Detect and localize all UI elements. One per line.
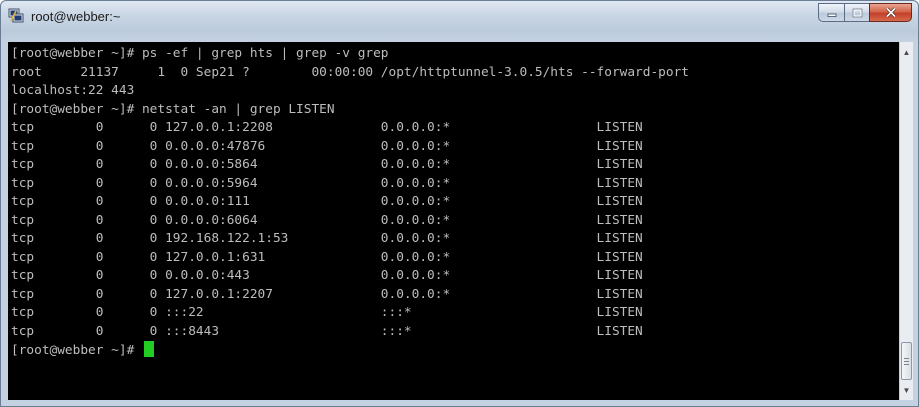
- terminal-line: tcp 0 0 192.168.122.1:53 0.0.0.0:* LISTE…: [11, 231, 643, 246]
- terminal-line: root 21137 1 0 Sep21 ? 00:00:00 /opt/htt…: [11, 64, 689, 80]
- terminal-line: tcp 0 0 127.0.0.1:631 0.0.0.0:* LISTEN: [11, 249, 643, 265]
- scroll-down-icon: ▼: [902, 385, 911, 395]
- terminal-line: tcp 0 0 0.0.0.0:47876 0.0.0.0:* LISTEN: [11, 138, 643, 154]
- maximize-button[interactable]: [844, 3, 869, 22]
- terminal-window: root@webber:~ [root@webber ~]# ps -ef | …: [0, 0, 919, 407]
- scroll-down-button[interactable]: ▼: [900, 382, 913, 398]
- title-bar[interactable]: root@webber:~: [1, 1, 918, 31]
- close-icon: [885, 7, 896, 18]
- terminal-line: localhost:22 443: [11, 83, 135, 98]
- terminal-line: tcp 0 0 0.0.0.0:6064 0.0.0.0:* LISTEN: [11, 212, 643, 228]
- putty-icon: [8, 8, 24, 23]
- minimize-icon: [827, 13, 836, 17]
- terminal-line: tcp 0 0 0.0.0.0:111 0.0.0.0:* LISTEN: [11, 194, 643, 209]
- maximize-icon: [852, 8, 862, 17]
- terminal-line: tcp 0 0 127.0.0.1:2208 0.0.0.0:* LISTEN: [11, 120, 643, 135]
- terminal-prompt: [root@webber ~]#: [11, 343, 142, 358]
- thumb-grip: [904, 364, 909, 365]
- terminal-line: tcp 0 0 0.0.0.0:443 0.0.0.0:* LISTEN: [11, 268, 643, 283]
- thumb-grip: [904, 361, 909, 362]
- terminal-line: tcp 0 0 :::22 :::* LISTEN: [11, 305, 643, 320]
- scroll-up-button[interactable]: ▲: [900, 44, 913, 60]
- vertical-scrollbar[interactable]: ▲ ▼: [899, 42, 913, 400]
- thumb-grip: [904, 358, 909, 359]
- terminal-line: [root@webber ~]# netstat -an | grep LIST…: [11, 101, 335, 117]
- terminal-line: tcp 0 0 :::8443 :::* LISTEN: [11, 323, 643, 339]
- terminal-cursor: [143, 341, 154, 357]
- terminal-line: tcp 0 0 127.0.0.1:2207 0.0.0.0:* LISTEN: [11, 286, 643, 302]
- terminal-output[interactable]: [root@webber ~]# ps -ef | grep hts | gre…: [8, 42, 899, 400]
- caption-buttons: [818, 3, 912, 22]
- terminal-line: tcp 0 0 0.0.0.0:5964 0.0.0.0:* LISTEN: [11, 175, 643, 191]
- close-button[interactable]: [869, 3, 912, 22]
- scroll-up-icon: ▲: [902, 47, 911, 57]
- terminal-lines: [root@webber ~]# ps -ef | grep hts | gre…: [11, 45, 689, 360]
- window-title: root@webber:~: [31, 9, 121, 24]
- terminal-line: tcp 0 0 0.0.0.0:5864 0.0.0.0:* LISTEN: [11, 157, 643, 172]
- terminal-prompt-line[interactable]: [root@webber ~]#: [11, 341, 689, 360]
- minimize-button[interactable]: [818, 3, 844, 22]
- scrollbar-thumb[interactable]: [901, 342, 912, 380]
- terminal-line: [root@webber ~]# ps -ef | grep hts | gre…: [11, 46, 389, 61]
